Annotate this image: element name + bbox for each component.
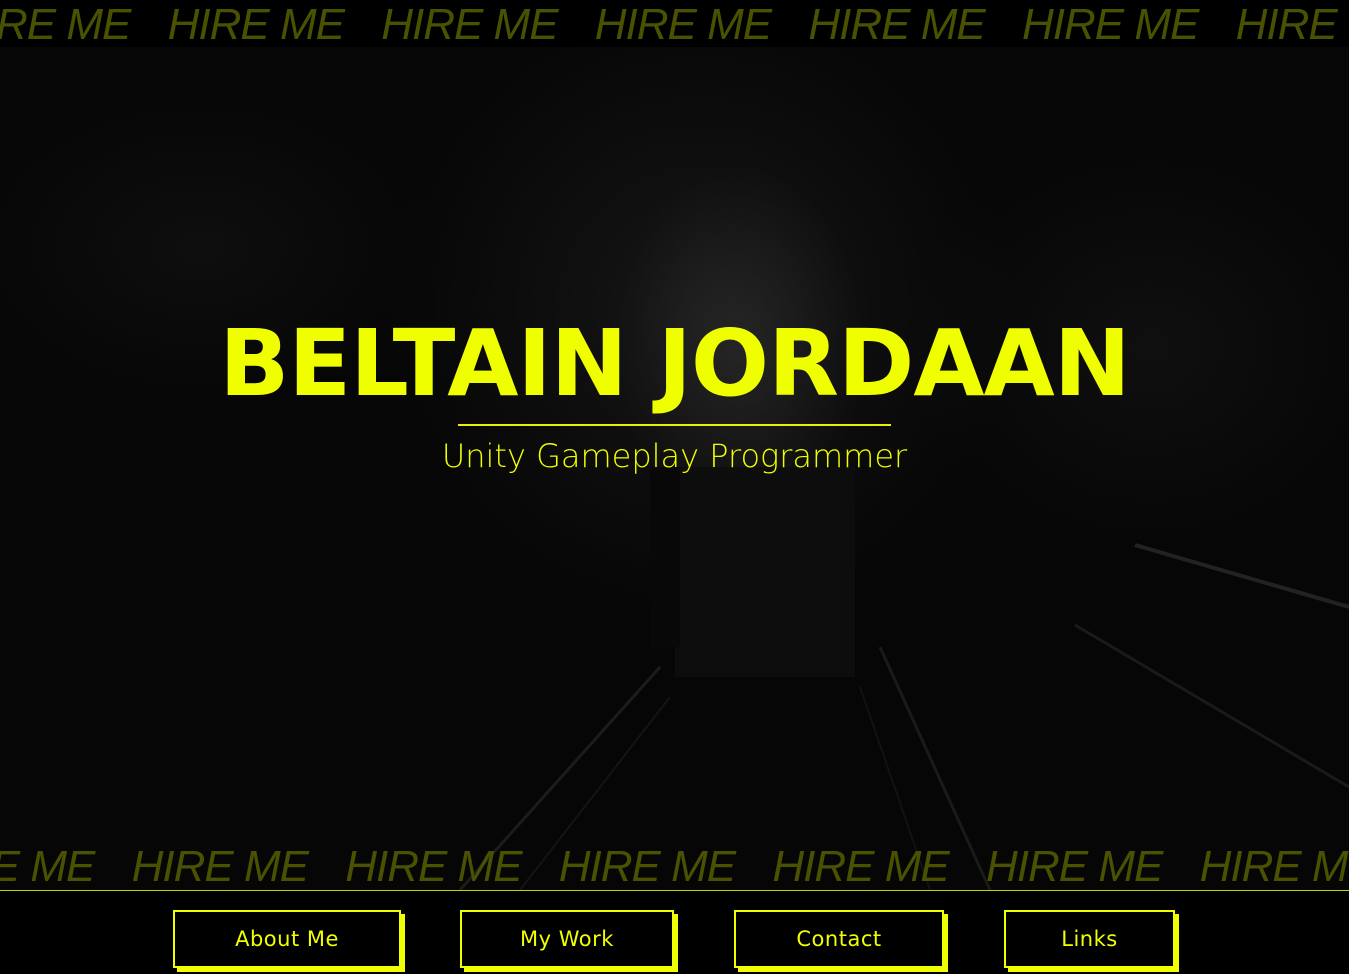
marquee-word: HIRE ME [1235, 0, 1349, 47]
marquee-word: HIRE ME [1199, 842, 1349, 890]
marquee-word: HIRE ME [0, 842, 95, 890]
hero-subtitle: Unity Gameplay Programmer [441, 437, 908, 475]
marquee-word: HIRE ME [808, 0, 985, 47]
page: HIRE ME HIRE ME HIRE ME HIRE ME HIRE ME … [0, 0, 1349, 974]
marquee-word: HIRE ME [345, 842, 522, 890]
marquee-word: HIRE ME [381, 0, 558, 47]
hire-me-marquee-bottom: HIRE ME HIRE ME HIRE ME HIRE ME HIRE ME … [0, 842, 1349, 890]
marquee-word: HIRE ME [985, 842, 1163, 890]
hero-divider [458, 424, 891, 426]
bottom-nav: About Me My Work Contact Links [0, 891, 1349, 974]
my-work-button[interactable]: My Work [460, 910, 674, 968]
hire-me-marquee-top: HIRE ME HIRE ME HIRE ME HIRE ME HIRE ME … [0, 0, 1349, 47]
marquee-word: HIRE ME [772, 842, 949, 890]
marquee-word: HIRE ME [167, 0, 345, 47]
contact-button[interactable]: Contact [734, 910, 944, 968]
marquee-word: HIRE ME [0, 0, 131, 47]
marquee-word: HIRE ME [594, 0, 772, 47]
about-me-button[interactable]: About Me [173, 910, 401, 968]
hero-name: BELTAIN JORDAAN [219, 310, 1130, 417]
marquee-word: HIRE ME [1021, 0, 1199, 47]
links-button[interactable]: Links [1004, 910, 1175, 968]
marquee-word: HIRE ME [558, 842, 736, 890]
marquee-word: HIRE ME [131, 842, 309, 890]
